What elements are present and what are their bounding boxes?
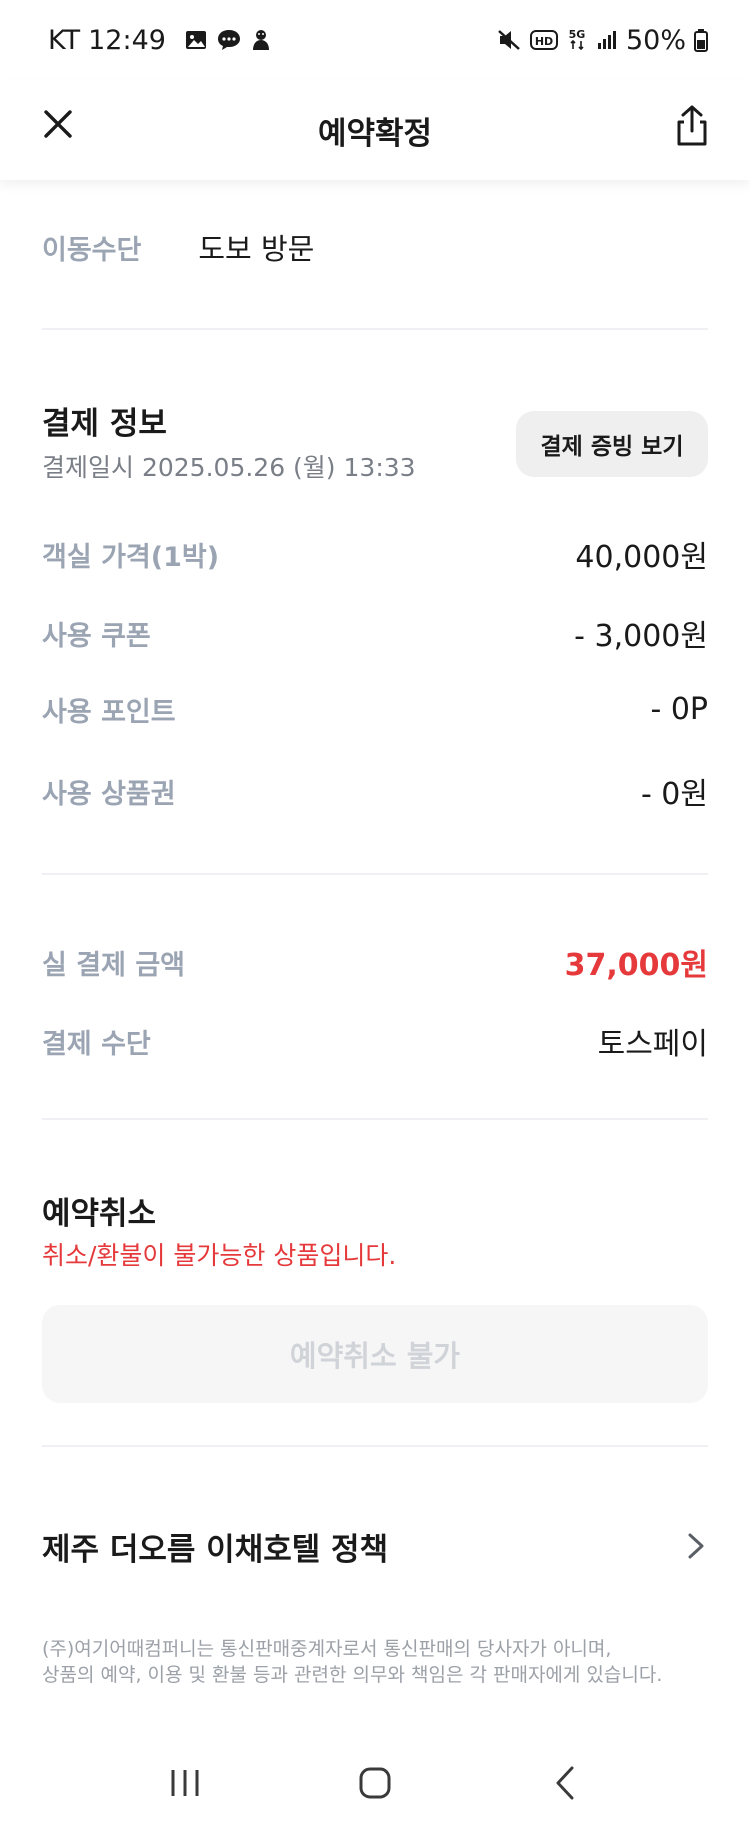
policy-title: 제주 더오름 이채호텔 정책 [42,1531,389,1568]
svg-text:HD: HD [535,35,553,48]
status-bar: KT 12:49 HD 5G 50% [0,0,750,80]
payment-proof-button[interactable]: 결제 증빙 보기 [516,411,708,477]
system-nav-bar [0,1733,750,1833]
chevron-right-icon [684,1530,708,1562]
price-value: 40,000원 [575,540,708,575]
app-header: 예약확정 [0,80,750,180]
price-row-point: 사용 포인트 - 0P [42,690,708,729]
price-label: 객실 가격(1박) [42,541,220,573]
share-button[interactable] [668,100,716,152]
footnote-line: (주)여기어때컴퍼니는 통신판매중계자로서 통신판매의 당사자가 아니며, [42,1638,612,1660]
chat-icon [216,28,242,52]
payment-datetime: 결제일시 2025.05.26 (월) 13:33 [42,448,416,484]
divider [42,873,708,875]
legal-footnote: (주)여기어때컴퍼니는 통신판매중계자로서 통신판매의 당사자가 아니며, 상품… [42,1636,708,1688]
price-value: - 0P [650,692,708,727]
cancel-section-title: 예약취소 [42,1196,157,1232]
payment-datetime-value: 2025.05.26 (월) 13:33 [141,453,416,482]
total-label: 실 결제 금액 [42,949,185,981]
price-row-coupon: 사용 쿠폰 - 3,000원 [42,611,708,655]
back-icon [556,1766,574,1800]
method-row: 결제 수단 토스페이 [42,1019,708,1063]
recent-apps-icon [171,1770,199,1796]
close-button[interactable] [36,102,80,146]
price-row-voucher: 사용 상품권 - 0원 [42,769,708,813]
divider [42,328,708,330]
payment-datetime-label: 결제일시 [42,453,135,482]
price-label: 사용 쿠폰 [42,620,151,652]
cancel-disabled-button[interactable]: 예약취소 불가 [42,1305,708,1403]
gallery-icon [184,28,208,52]
method-label: 결제 수단 [42,1028,151,1060]
recent-apps-button[interactable] [145,1753,225,1813]
footnote-line: 상품의 예약, 이용 및 환불 등과 관련한 의무와 책임은 각 판매자에게 있… [42,1664,663,1686]
payment-section-title: 결제 정보 [42,406,167,442]
page-title: 예약확정 [317,115,433,152]
divider [42,1445,708,1447]
signal-icon [596,29,618,51]
price-value: - 3,000원 [574,619,708,654]
battery-icon [694,28,708,52]
divider [42,1118,708,1120]
status-left: KT 12:49 [48,25,272,56]
carrier: KT [48,24,81,56]
hd-icon: HD [529,29,558,51]
svg-text:5G: 5G [569,28,586,41]
transport-row: 이동수단 도보 방문 [42,226,708,268]
back-button[interactable] [525,1753,605,1813]
character-icon [250,28,272,52]
hotel-policy-link[interactable]: 제주 더오름 이채호텔 정책 [42,1516,708,1576]
method-value: 토스페이 [597,1027,708,1062]
price-row-room: 객실 가격(1박) 40,000원 [42,532,708,576]
price-label: 사용 상품권 [42,778,176,810]
close-icon [44,110,72,138]
transport-value: 도보 방문 [198,232,315,266]
mute-icon [496,28,522,52]
cancel-notice: 취소/환불이 불가능한 상품입니다. [42,1241,397,1270]
total-row: 실 결제 금액 37,000원 [42,940,708,984]
home-icon [359,1767,391,1799]
status-time: 12:49 [88,24,166,56]
status-right: HD 5G 50% [496,25,708,56]
price-label: 사용 포인트 [42,697,176,728]
home-button[interactable] [335,1753,415,1813]
transport-label: 이동수단 [42,234,142,266]
total-value: 37,000원 [564,948,708,983]
battery-percent: 50% [625,24,686,56]
share-icon [677,105,707,146]
5g-icon: 5G [566,27,588,53]
price-value: - 0원 [640,777,708,812]
